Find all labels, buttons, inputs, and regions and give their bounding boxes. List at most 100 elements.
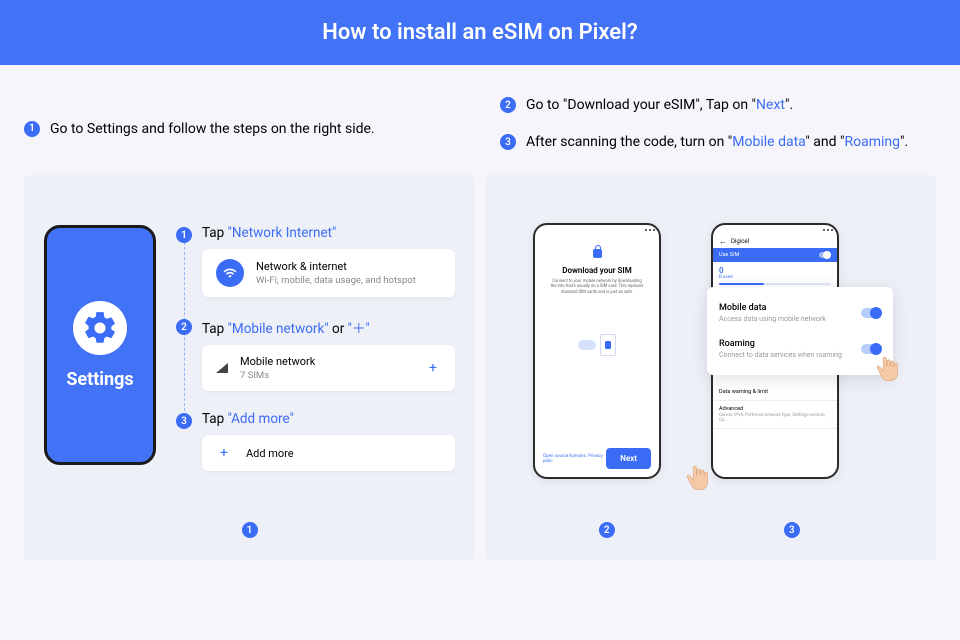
s1-pre: Tap [202,225,228,241]
roaming-toggle-row[interactable]: Roaming Connect to data services when ro… [719,333,881,365]
instruction-1: 1 Go to Settings and follow the steps on… [24,119,375,140]
substep-2-body: Tap "Mobile network" or "＋" Mobile netwo… [202,317,455,391]
substep-1-badge: 1 [176,227,192,243]
screen-top-bar: ← Digicel [713,235,837,248]
mobile-data-text: Mobile data Access data using mobile net… [719,303,826,323]
substep-1-label: Tap "Network Internet" [202,225,455,241]
mobile-data-sub: Access data using mobile network [719,315,826,323]
instructions-row: 1 Go to Settings and follow the steps on… [0,65,960,163]
substep-3: 3 Tap "Add more" + Add more [176,411,455,471]
substep-1-body: Tap "Network Internet" Network & interne… [202,225,455,297]
mobile-network-sub: 7 SIMs [240,370,315,381]
roaming-title: Roaming [719,339,842,349]
instruction-3: 3 After scanning the code, turn on "Mobi… [500,132,936,153]
i3-mid: " and " [805,134,844,150]
s2-mid: or [329,321,348,337]
mobile-network-title: Mobile network [240,355,315,368]
cloud-icon [578,340,596,350]
badge-3: 3 [500,134,516,150]
hand-pointer-icon [685,464,711,494]
i2-link-next: Next [756,97,785,113]
licenses-link[interactable]: Open source licenses. Privacy polic [543,454,606,464]
roaming-toggle[interactable] [861,344,881,354]
network-card-sub: Wi-Fi, mobile, data usage, and hotspot [256,275,416,286]
download-sim-title: Download your SIM [543,266,651,275]
instruction-3-text: After scanning the code, turn on "Mobile… [526,132,908,153]
signal-icon [216,363,228,373]
substep-2-label: Tap "Mobile network" or "＋" [202,317,455,337]
use-sim-label: Use SIM [719,252,739,258]
phone-download-sim: Download your SIM Connect to your mobile… [533,223,661,479]
mobile-network-text: Mobile network 7 SIMs [240,355,315,381]
add-more-card[interactable]: + Add more [202,435,455,471]
panel-step-1: Settings 1 Tap "Network Internet" [24,175,475,560]
panel-steps-2-3: Download your SIM Connect to your mobile… [485,175,936,560]
roaming-sub: Connect to data services when roaming [719,351,842,359]
s1-link: "Network Internet" [228,225,337,241]
i3-post: ". [900,134,908,150]
s2-pre: Tap [202,321,228,337]
i3-pre: After scanning the code, turn on " [526,134,732,150]
download-sim-screen: Download your SIM Connect to your mobile… [535,235,659,365]
settings-label: Settings [66,369,133,390]
back-icon[interactable]: ← [719,237,727,246]
panel-right-content: Download your SIM Connect to your mobile… [485,175,936,560]
use-sim-toggle[interactable] [819,252,831,258]
panel-2-footer-badge: 2 [599,522,615,538]
substep-3-label: Tap "Add more" [202,411,455,427]
sim-card-icon [600,334,616,356]
data-warn-label: Data warning & limit [719,389,831,395]
badge-2: 2 [500,97,516,113]
s3-link: "Add more" [228,411,294,427]
panel-3-footer-badge: 3 [784,522,800,538]
download-sim-footer: Open source licenses. Privacy polic Next [543,448,651,469]
page-header: How to install an eSIM on Pixel? [0,0,960,65]
panels-row: Settings 1 Tap "Network Internet" [0,163,960,560]
mobile-network-left: Mobile network 7 SIMs [216,355,315,381]
advanced-sub: Carrier, IPv6, Preferred network type, S… [719,413,831,423]
s2-link: "Mobile network" [228,321,329,337]
network-card-title: Network & internet [256,260,416,273]
usage-b-used: B used [719,275,831,280]
hand-pointer-icon [875,355,901,385]
settings-phone-mock: Settings [44,225,156,465]
next-button[interactable]: Next [606,448,651,469]
statusbar [535,225,659,235]
use-sim-row[interactable]: Use SIM [713,248,837,262]
s2-link2: "＋" [348,321,370,337]
advanced-row[interactable]: Advanced Carrier, IPv6, Preferred networ… [713,401,837,429]
data-warning-row[interactable]: Data warning & limit [713,384,837,401]
plus-icon[interactable]: + [425,360,441,376]
statusbar [713,225,837,235]
sim-illustration [543,325,651,365]
instructions-right: 2 Go to "Download your eSIM", Tap on "Ne… [500,95,936,153]
substep-3-body: Tap "Add more" + Add more [202,411,455,471]
mobile-data-toggle-row[interactable]: Mobile data Access data using mobile net… [719,297,881,329]
gear-icon [73,301,127,355]
panel-1-content: Settings 1 Tap "Network Internet" [24,175,475,501]
steps-column: 1 Tap "Network Internet" Network & inter… [176,225,455,481]
mobile-network-card[interactable]: Mobile network 7 SIMs + [202,345,455,391]
substep-2: 2 Tap "Mobile network" or "＋" Mobile net… [176,317,455,391]
badge-1: 1 [24,121,40,137]
substep-1: 1 Tap "Network Internet" Network & inter… [176,225,455,297]
download-sim-desc: Connect to your mobile network by downlo… [543,279,651,295]
instruction-1-text: Go to Settings and follow the steps on t… [50,119,375,140]
network-internet-card[interactable]: Network & internet Wi-Fi, mobile, data u… [202,249,455,297]
mobile-data-toggle[interactable] [861,308,881,318]
substep-3-badge: 3 [176,413,192,429]
s3-pre: Tap [202,411,228,427]
page-title: How to install an eSIM on Pixel? [322,20,637,45]
toggles-overlay-card: Mobile data Access data using mobile net… [707,287,893,375]
substep-2-badge: 2 [176,319,192,335]
i3-link-roaming: Roaming [844,134,900,150]
lock-icon [593,249,602,258]
roaming-text: Roaming Connect to data services when ro… [719,339,842,359]
advanced-label: Advanced [719,406,831,412]
network-card-text: Network & internet Wi-Fi, mobile, data u… [256,260,416,286]
usage-zero: 0 [719,266,831,275]
carrier-name: Digicel [731,238,749,245]
usage-bar [719,283,831,285]
instruction-2: 2 Go to "Download your eSIM", Tap on "Ne… [500,95,936,116]
i2-pre: Go to "Download your eSIM", Tap on " [526,97,756,113]
